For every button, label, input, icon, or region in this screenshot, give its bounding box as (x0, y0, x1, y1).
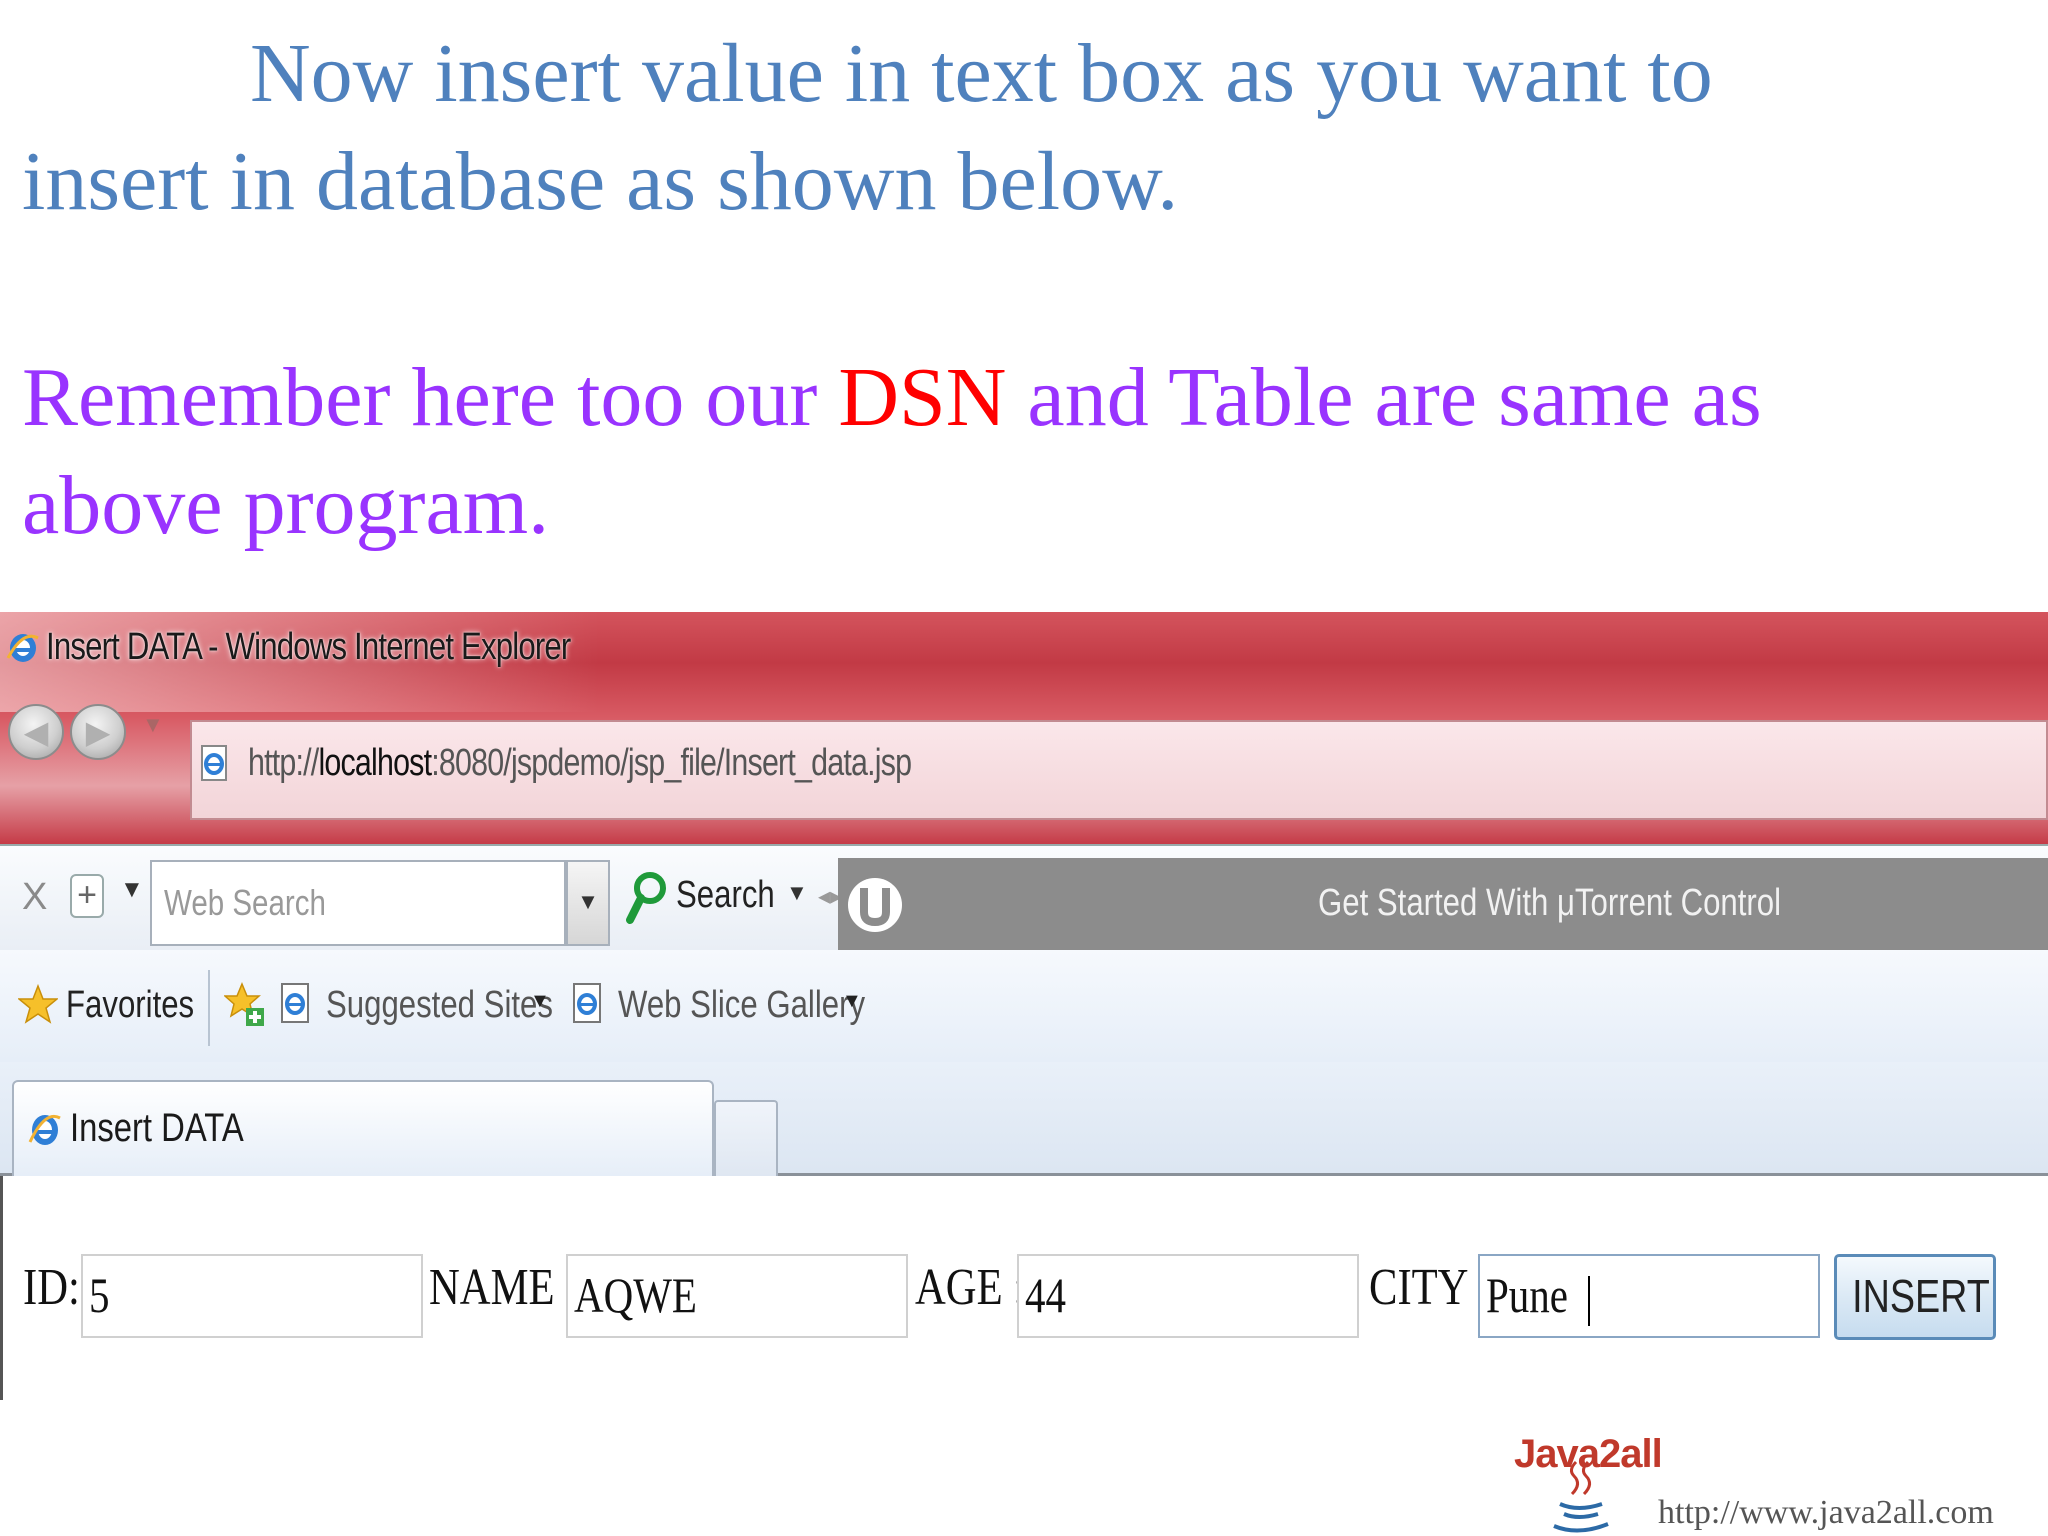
age-input[interactable]: 44 (1017, 1254, 1359, 1338)
logo-text: Java2all (1514, 1432, 1663, 1476)
address-bar[interactable]: http://localhost:8080/jspdemo/jsp_file/I… (190, 720, 2048, 820)
window-title: Insert DATA - Windows Internet Explorer (46, 626, 571, 668)
insert-button-label: INSERT (1852, 1270, 1990, 1322)
search-dropdown-icon[interactable]: ▼ (786, 880, 808, 906)
suggested-sites-icon (281, 983, 309, 1023)
name-label: NAME : (429, 1259, 578, 1316)
id-label: ID: (23, 1259, 80, 1316)
city-label: CITY : (1369, 1259, 1490, 1316)
url-host: localhost (318, 742, 432, 784)
web-search-input[interactable]: Web Search (150, 860, 566, 946)
history-dropdown-icon[interactable]: ▼ (142, 712, 164, 738)
tab-label: Insert DATA (70, 1106, 244, 1150)
insert-button[interactable]: INSERT (1834, 1254, 1996, 1340)
city-value: Pune (1486, 1267, 1568, 1323)
reminder-line-2: above program. (22, 459, 550, 552)
footer-url: http://www.java2all.com (1658, 1494, 1994, 1531)
tab-bar: Insert DATA (0, 1062, 2048, 1176)
reminder-line-1: Remember here too our DSN and Table are … (22, 344, 2012, 452)
intro-paragraph: Now insert value in text box as you want… (22, 20, 2012, 236)
utorrent-banner[interactable]: Get Started With μTorrent Control (838, 858, 2048, 952)
address-url[interactable]: http://localhost:8080/jspdemo/jsp_file/I… (248, 742, 912, 785)
favorites-bar: Favorites Suggested Sites ▼ Web Slice Ga… (0, 950, 2048, 1062)
id-input[interactable]: 5 (81, 1254, 423, 1338)
web-slice-gallery-dropdown-icon[interactable]: ▼ (842, 990, 862, 1013)
favorites-separator (208, 970, 210, 1046)
reminder-paragraph: Remember here too our DSN and Table are … (22, 344, 2012, 560)
intro-line-2: insert in database as shown below. (22, 135, 1179, 228)
forward-button[interactable]: ▶ (70, 704, 126, 760)
dsn-highlight: DSN (838, 351, 1007, 444)
title-bar: Insert DATA - Windows Internet Explorer … (0, 612, 2048, 844)
web-slice-gallery-label[interactable]: Web Slice Gallery (618, 984, 865, 1027)
ie-logo-icon (6, 634, 39, 662)
page-content: ID: 5 NAME : AQWE AGE : 44 CITY : Pune I… (0, 1176, 2048, 1400)
utorrent-logo-icon (848, 878, 902, 932)
url-scheme: http:// (248, 742, 319, 784)
toolbar-close-button[interactable]: X (22, 876, 47, 919)
name-value: AQWE (574, 1267, 697, 1323)
tab-ie-icon (28, 1115, 61, 1145)
search-button-label[interactable]: Search (676, 874, 775, 917)
search-toolbar: X + ▼ Web Search ▼ Search ▼ ◂▸ Get Start… (0, 844, 2048, 952)
city-input[interactable]: Pune (1478, 1254, 1820, 1338)
reminder-text-start: Remember here too our (22, 351, 839, 444)
back-button[interactable]: ◀ (8, 704, 64, 760)
web-search-dropdown-icon[interactable]: ▼ (566, 860, 610, 946)
browser-window: Insert DATA - Windows Internet Explorer … (0, 612, 2048, 1400)
toolbar-add-dropdown-icon[interactable]: ▼ (120, 876, 144, 904)
add-to-favorites-icon[interactable] (224, 982, 266, 1028)
page-icon (201, 745, 227, 781)
reminder-text-end: and Table are same as (1006, 351, 1762, 444)
favorites-star-icon[interactable] (18, 984, 58, 1024)
text-caret (1588, 1275, 1590, 1326)
new-tab-button[interactable] (714, 1100, 778, 1176)
web-search-placeholder: Web Search (164, 882, 326, 923)
url-path: :8080/jspdemo/jsp_file/Insert_data.jsp (431, 742, 912, 784)
age-label: AGE : (915, 1259, 1026, 1316)
intro-line-1: Now insert value in text box as you want… (250, 27, 1713, 120)
tab-insert-data[interactable]: Insert DATA (12, 1080, 714, 1176)
suggested-sites-label[interactable]: Suggested Sites (326, 984, 553, 1027)
suggested-sites-dropdown-icon[interactable]: ▼ (530, 990, 550, 1013)
toolbar-add-button[interactable]: + (70, 874, 104, 918)
name-input[interactable]: AQWE (566, 1254, 908, 1338)
web-slice-gallery-icon (573, 983, 601, 1023)
search-icon[interactable] (624, 868, 668, 928)
age-value: 44 (1025, 1267, 1066, 1323)
back-arrow-icon: ◀ (23, 714, 49, 750)
id-value: 5 (89, 1267, 110, 1323)
favorites-button-label[interactable]: Favorites (66, 984, 194, 1027)
utorrent-text[interactable]: Get Started With μTorrent Control (1318, 882, 1781, 925)
forward-arrow-icon: ▶ (85, 714, 111, 750)
